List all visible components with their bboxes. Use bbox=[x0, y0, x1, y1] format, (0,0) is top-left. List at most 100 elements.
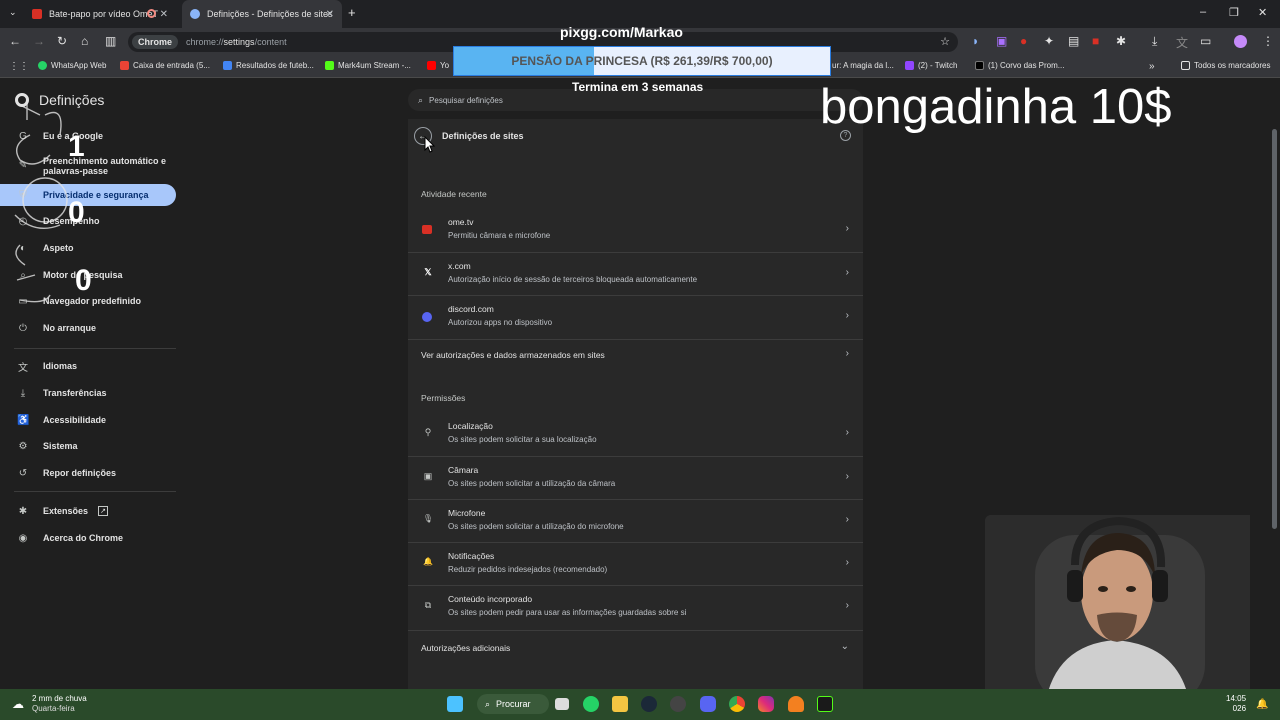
discord-icon[interactable] bbox=[700, 696, 716, 712]
profile-avatar[interactable] bbox=[1234, 35, 1247, 48]
bookmark-item[interactable]: (2) - Twitch bbox=[905, 61, 957, 70]
back-arrow-icon[interactable]: ← bbox=[9, 34, 21, 48]
tab-settings[interactable]: Definições - Definições de sites ✕ bbox=[182, 0, 342, 28]
x-logo-icon: 𝕏 bbox=[424, 267, 432, 277]
file-explorer-icon[interactable] bbox=[612, 696, 628, 712]
section-permissions: Permissões bbox=[421, 393, 466, 403]
camera-icon: ▣ bbox=[423, 471, 433, 481]
windows-taskbar: ☁ 2 mm de chuva Quarta-feira ⌕ Procurar … bbox=[0, 689, 1280, 720]
recent-site-row[interactable]: discord.com Autorizou apps no dispositiv… bbox=[408, 295, 863, 338]
external-link-icon: ↗ bbox=[98, 506, 109, 516]
sidebar-item-languages[interactable]: 文 Idiomas bbox=[0, 355, 77, 377]
close-window-icon[interactable]: ✕ bbox=[1258, 6, 1267, 19]
weather-widget[interactable]: ☁ 2 mm de chuva Quarta-feira bbox=[12, 694, 87, 714]
chevron-right-icon: › bbox=[845, 310, 849, 321]
tab-omegle[interactable]: Bate-papo por vídeo OmeT ✕ bbox=[24, 0, 176, 28]
bookmark-item[interactable]: (1) Corvo das Prom... bbox=[975, 61, 1064, 70]
reload-icon[interactable]: ↻ bbox=[57, 34, 67, 48]
bookmark-star-icon[interactable]: ☆ bbox=[940, 35, 950, 48]
extension-icon[interactable]: ● bbox=[1020, 34, 1027, 48]
bookmark-item[interactable]: WhatsApp Web bbox=[38, 61, 106, 70]
tab-title: Definições - Definições de sites bbox=[207, 9, 333, 19]
close-tab-icon[interactable]: ✕ bbox=[326, 9, 334, 20]
close-tab-icon[interactable]: ✕ bbox=[160, 9, 168, 20]
youtube-icon bbox=[427, 61, 436, 70]
task-view-icon[interactable] bbox=[555, 698, 569, 710]
cloud-app-icon[interactable] bbox=[788, 696, 804, 712]
overlay-counter: 0 bbox=[68, 196, 85, 229]
side-panel-icon[interactable]: ▥ bbox=[105, 34, 116, 48]
steam-icon[interactable] bbox=[641, 696, 657, 712]
chrome-icon[interactable] bbox=[729, 696, 745, 712]
sidebar-item-extensions[interactable]: ✱ Extensões ↗ bbox=[0, 500, 109, 522]
forward-arrow-icon[interactable]: → bbox=[33, 34, 45, 48]
sidebar-item-reset[interactable]: ↺ Repor definições bbox=[0, 462, 116, 484]
sidebar-item-system[interactable]: ⚙ Sistema bbox=[0, 435, 78, 457]
menu-icon[interactable]: ⋮ bbox=[1262, 34, 1274, 48]
sidebar-item-downloads[interactable]: ⤓ Transferências bbox=[0, 382, 107, 404]
chevron-right-icon: › bbox=[845, 223, 849, 234]
extension-icon[interactable]: ✦ bbox=[1044, 34, 1054, 48]
new-tab-button[interactable]: + bbox=[348, 5, 356, 20]
streaming-app-icon[interactable] bbox=[817, 696, 833, 712]
bookmark-item[interactable]: Yo bbox=[427, 61, 449, 70]
minimize-icon[interactable]: – bbox=[1200, 6, 1206, 18]
discord-icon bbox=[422, 312, 432, 322]
chevron-right-icon: › bbox=[845, 557, 849, 568]
overlay-counter: 1 bbox=[68, 130, 85, 163]
tab-title: Bate-papo por vídeo OmeT bbox=[49, 9, 159, 19]
bookmark-item[interactable]: Resultados de futeb... bbox=[223, 61, 314, 70]
notification-bell-icon[interactable]: 🔔 bbox=[1256, 694, 1268, 714]
page-scrollbar[interactable] bbox=[1272, 129, 1277, 529]
omegle-favicon-icon bbox=[422, 225, 432, 234]
recent-site-row[interactable]: 𝕏 x.com Autorização início de sessão de … bbox=[408, 252, 863, 295]
view-all-permissions-link[interactable]: Ver autorizações e dados armazenados em … bbox=[408, 339, 863, 369]
bookmark-item[interactable]: Caixa de entrada (5... bbox=[120, 61, 210, 70]
overlay-gadget-drawing bbox=[14, 100, 68, 303]
overlay-big-text: bongadinha 10$ bbox=[820, 80, 1172, 134]
omegle-favicon-icon bbox=[32, 9, 42, 19]
twitch-extension-icon[interactable]: ▣ bbox=[996, 34, 1007, 48]
tab-search-icon[interactable]: ⌄ bbox=[9, 7, 17, 18]
instagram-icon[interactable] bbox=[758, 696, 774, 712]
microphone-icon: 🎙 bbox=[422, 514, 434, 523]
windows-start-icon[interactable] bbox=[447, 696, 463, 712]
recent-site-row[interactable]: ome.tv Permitiu câmara e microfone › bbox=[408, 209, 863, 252]
more-bookmarks-icon[interactable]: » bbox=[1149, 61, 1155, 72]
bookmark-item[interactable]: Mark4um Stream -... bbox=[325, 61, 411, 70]
sidebar-item-about[interactable]: ◉ Acerca do Chrome bbox=[0, 527, 123, 549]
search-icon: ⌕ bbox=[485, 698, 491, 709]
nav-divider bbox=[14, 491, 176, 492]
extension-icon[interactable]: ◗ bbox=[972, 34, 979, 48]
permission-location[interactable]: ⚲ Localização Os sites podem solicitar a… bbox=[408, 413, 863, 456]
extensions-puzzle-icon[interactable]: ✱ bbox=[1116, 34, 1126, 48]
chevron-right-icon: › bbox=[845, 514, 849, 525]
permission-embedded-content[interactable]: ⧉ Conteúdo incorporado Os sites podem pe… bbox=[408, 585, 863, 628]
extension-icon[interactable]: ▤ bbox=[1068, 34, 1079, 48]
permission-notifications[interactable]: 🔔 Notificações Reduzir pedidos indesejad… bbox=[408, 542, 863, 585]
bookmark-item[interactable]: ur: A magia da l... bbox=[832, 61, 894, 70]
taskbar-search[interactable]: ⌕ Procurar bbox=[477, 694, 549, 714]
all-bookmarks[interactable]: Todos os marcadores bbox=[1181, 61, 1270, 70]
translate-icon[interactable]: 文 bbox=[1176, 34, 1188, 51]
home-icon[interactable]: ⌂ bbox=[81, 34, 88, 48]
power-icon: ⏻ bbox=[19, 322, 27, 334]
sidebar-item-on-startup[interactable]: ⏻ No arranque bbox=[0, 317, 96, 339]
permission-microphone[interactable]: 🎙 Microfone Os sites podem solicitar a u… bbox=[408, 499, 863, 542]
download-icon[interactable]: ⤓ bbox=[1152, 34, 1157, 49]
app-icon[interactable] bbox=[670, 696, 686, 712]
goal-text: PENSÃO DA PRINCESA (R$ 261,39/R$ 700,00) bbox=[511, 54, 773, 68]
apps-grid-icon[interactable]: ⋮⋮ bbox=[9, 61, 29, 72]
restore-icon[interactable]: ❐ bbox=[1229, 6, 1239, 19]
extension-icon[interactable]: ■ bbox=[1092, 34, 1099, 48]
whatsapp-icon[interactable] bbox=[583, 696, 599, 712]
wrench-icon: ⚙ bbox=[18, 440, 28, 452]
system-clock[interactable]: 14:05 026 bbox=[1226, 694, 1246, 714]
kick-icon bbox=[325, 61, 334, 70]
puzzle-icon: ✱ bbox=[18, 505, 28, 517]
sidebar-item-accessibility[interactable]: ♿ Acessibilidade bbox=[0, 409, 106, 431]
additional-permissions-toggle[interactable]: Autorizações adicionais ⌄ bbox=[408, 630, 863, 664]
permission-camera[interactable]: ▣ Câmara Os sites podem solicitar a util… bbox=[408, 456, 863, 499]
cast-icon[interactable]: ▭ bbox=[1200, 34, 1211, 48]
chevron-down-icon: ⌄ bbox=[840, 641, 849, 652]
